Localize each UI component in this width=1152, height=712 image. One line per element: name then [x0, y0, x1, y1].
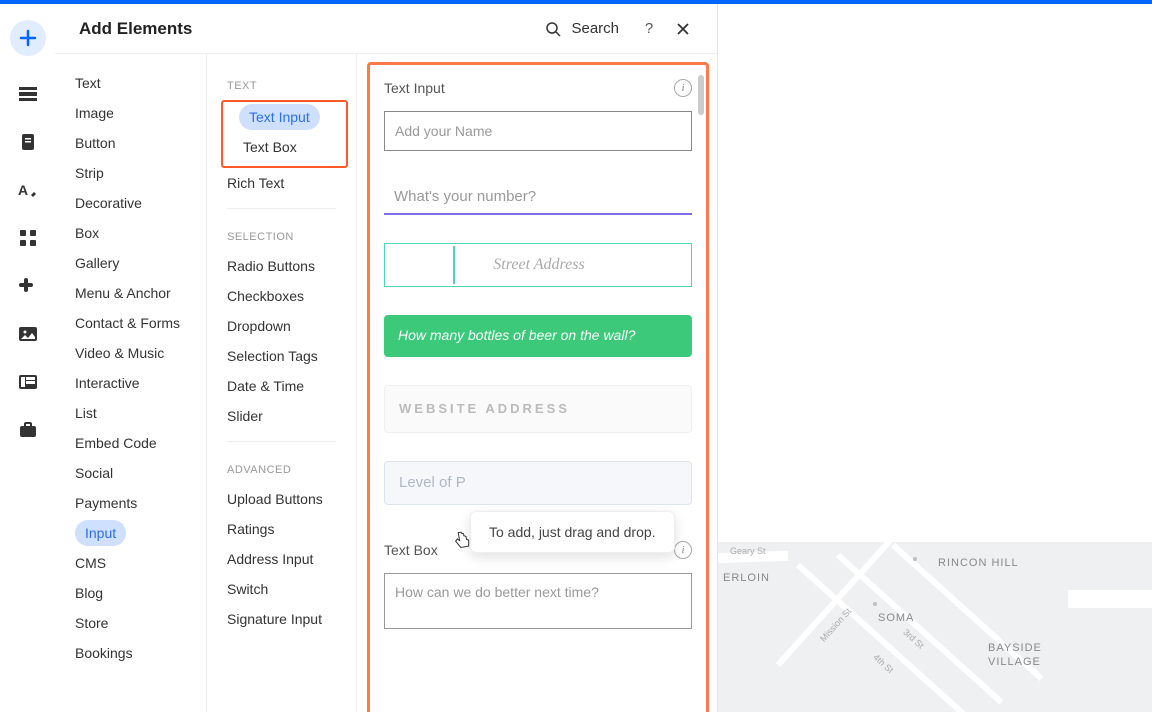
map-label: ERLOIN	[723, 572, 770, 584]
section-text-box: Text Box	[384, 542, 438, 558]
map-label: RINCON HILL	[938, 557, 1019, 569]
page-icon[interactable]	[18, 132, 38, 152]
website-placeholder: Website Address	[399, 401, 570, 416]
info-icon[interactable]: i	[674, 541, 692, 559]
map-label: SOMA	[878, 612, 914, 624]
sub-rich-text[interactable]: Rich Text	[207, 168, 356, 198]
map-label: VILLAGE	[988, 656, 1041, 668]
preview-highlight: Text Input i Website Address	[367, 62, 709, 712]
category-list: TextImageButtonStripDecorativeBoxGallery…	[55, 54, 207, 712]
map-label: BAYSIDE	[988, 642, 1042, 654]
sub-dropdown[interactable]: Dropdown	[207, 311, 356, 341]
sub-slider[interactable]: Slider	[207, 401, 356, 431]
category-menu-anchor[interactable]: Menu & Anchor	[55, 278, 206, 308]
road-geary: Geary St	[730, 546, 766, 556]
info-icon[interactable]: i	[674, 79, 692, 97]
sub-address-input[interactable]: Address Input	[207, 544, 356, 574]
search-button[interactable]: Search	[545, 20, 619, 37]
category-contact-forms[interactable]: Contact & Forms	[55, 308, 206, 338]
sub-switch[interactable]: Switch	[207, 574, 356, 604]
preview-column: Text Input i Website Address	[357, 54, 717, 712]
left-rail: A	[0, 4, 55, 712]
help-icon[interactable]: ?	[637, 17, 661, 41]
map-preview[interactable]: Geary St Mission St 3rd St 4th St ERLOIN…	[718, 542, 1152, 712]
panel-title: Add Elements	[79, 19, 545, 39]
sample-level-input[interactable]: Level of P	[384, 461, 692, 505]
category-button[interactable]: Button	[55, 128, 206, 158]
sub-signature-input[interactable]: Signature Input	[207, 604, 356, 634]
sub-text-box[interactable]: Text Box	[223, 132, 346, 162]
category-input[interactable]: Input	[75, 520, 126, 546]
search-icon	[545, 21, 561, 37]
sub-heading-selection: SELECTION	[207, 219, 356, 251]
sample-number-input[interactable]	[384, 179, 692, 215]
business-icon[interactable]	[18, 420, 38, 440]
sub-checkboxes[interactable]: Checkboxes	[207, 281, 356, 311]
category-bookings[interactable]: Bookings	[55, 638, 206, 668]
add-button[interactable]	[10, 20, 46, 56]
category-social[interactable]: Social	[55, 458, 206, 488]
level-placeholder: Level of P	[399, 474, 466, 491]
subcategory-list: TEXT Text InputText Box Rich Text SELECT…	[207, 54, 357, 712]
category-gallery[interactable]: Gallery	[55, 248, 206, 278]
sample-beer-input[interactable]	[384, 315, 692, 357]
category-strip[interactable]: Strip	[55, 158, 206, 188]
sub-upload-buttons[interactable]: Upload Buttons	[207, 484, 356, 514]
drag-drop-tooltip: To add, just drag and drop.	[470, 511, 675, 553]
sub-radio-buttons[interactable]: Radio Buttons	[207, 251, 356, 281]
category-decorative[interactable]: Decorative	[55, 188, 206, 218]
category-list[interactable]: List	[55, 398, 206, 428]
text-style-icon[interactable]: A	[18, 180, 38, 200]
road-4th: 4th St	[871, 652, 895, 675]
sample-feedback-textarea[interactable]	[384, 573, 692, 634]
svg-text:A: A	[18, 182, 28, 198]
section-icon[interactable]	[18, 84, 38, 104]
feedback-field[interactable]	[384, 573, 692, 629]
category-cms[interactable]: CMS	[55, 548, 206, 578]
puzzle-icon[interactable]	[18, 276, 38, 296]
panel-header: Add Elements Search ?	[55, 4, 717, 54]
category-blog[interactable]: Blog	[55, 578, 206, 608]
sample-street-input[interactable]	[384, 243, 692, 287]
apps-icon[interactable]	[18, 228, 38, 248]
category-video-music[interactable]: Video & Music	[55, 338, 206, 368]
number-field[interactable]	[384, 179, 692, 215]
highlighted-text-items: Text InputText Box	[221, 100, 348, 168]
close-icon[interactable]	[673, 19, 693, 39]
category-store[interactable]: Store	[55, 608, 206, 638]
category-text[interactable]: Text	[55, 68, 206, 98]
media-icon[interactable]	[18, 324, 38, 344]
data-icon[interactable]	[18, 372, 38, 392]
category-image[interactable]: Image	[55, 98, 206, 128]
name-field[interactable]	[384, 111, 692, 151]
category-interactive[interactable]: Interactive	[55, 368, 206, 398]
add-elements-panel: Add Elements Search ? TextImageButtonStr…	[55, 4, 718, 712]
sub-ratings[interactable]: Ratings	[207, 514, 356, 544]
section-text-input: Text Input	[384, 80, 445, 96]
sub-date-time[interactable]: Date & Time	[207, 371, 356, 401]
category-payments[interactable]: Payments	[55, 488, 206, 518]
sub-heading-advanced: ADVANCED	[207, 452, 356, 484]
sub-text-input[interactable]: Text Input	[239, 104, 320, 130]
category-box[interactable]: Box	[55, 218, 206, 248]
sample-name-input[interactable]	[384, 111, 692, 151]
category-embed-code[interactable]: Embed Code	[55, 428, 206, 458]
street-field[interactable]	[453, 246, 622, 284]
sample-website-input[interactable]: Website Address	[384, 385, 692, 433]
sub-heading-text: TEXT	[207, 68, 356, 100]
beer-field[interactable]	[398, 327, 678, 343]
scrollbar[interactable]	[698, 75, 704, 115]
sub-selection-tags[interactable]: Selection Tags	[207, 341, 356, 371]
